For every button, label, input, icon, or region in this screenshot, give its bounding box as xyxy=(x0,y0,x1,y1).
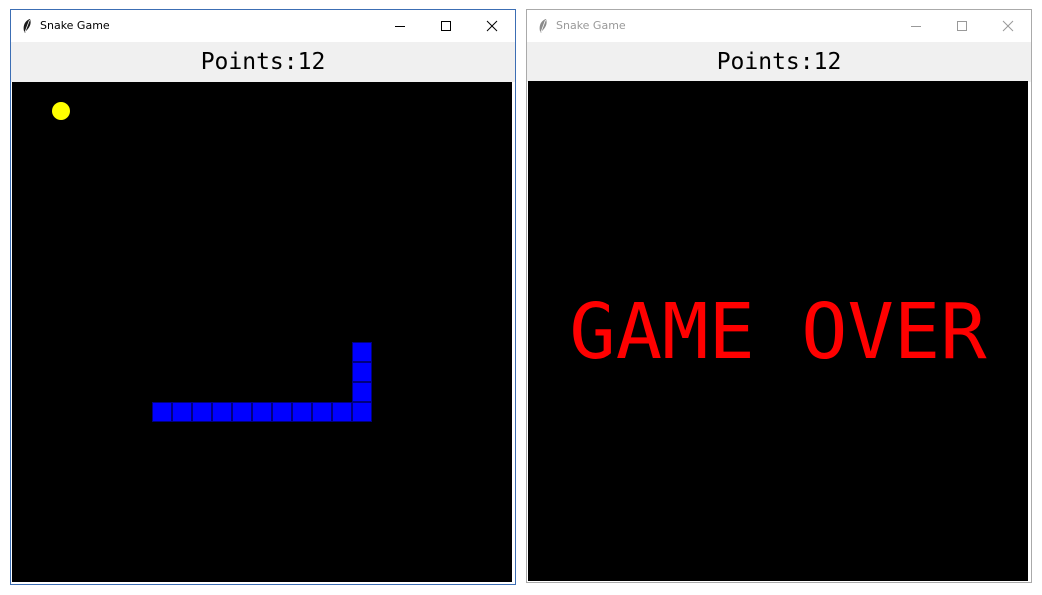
snake-segment xyxy=(352,362,372,382)
game-over-text: GAME OVER xyxy=(569,288,987,377)
snake-segment xyxy=(152,402,172,422)
maximize-button[interactable] xyxy=(423,10,469,42)
maximize-button[interactable] xyxy=(939,10,985,42)
game-canvas[interactable]: GAME OVER xyxy=(528,81,1028,581)
maximize-icon xyxy=(957,21,967,31)
title-bar[interactable]: Snake Game xyxy=(11,10,515,42)
minimize-button[interactable] xyxy=(377,10,423,42)
snake-segment xyxy=(272,402,292,422)
snake-segment xyxy=(192,402,212,422)
snake-segment xyxy=(312,402,332,422)
close-button[interactable] xyxy=(469,10,515,42)
snake-segment xyxy=(172,402,192,422)
snake-head xyxy=(352,342,372,362)
close-icon xyxy=(1002,20,1014,32)
maximize-icon xyxy=(441,21,451,31)
feather-icon xyxy=(20,18,34,34)
snake-game-window-game-over[interactable]: Snake Game Points:12 GAME OVER xyxy=(526,9,1032,583)
game-canvas[interactable] xyxy=(12,82,512,582)
feather-icon xyxy=(536,18,550,34)
close-button[interactable] xyxy=(985,10,1031,42)
minimize-button[interactable] xyxy=(893,10,939,42)
minimize-icon xyxy=(911,26,921,27)
window-title: Snake Game xyxy=(556,19,626,32)
points-label: Points:12 xyxy=(527,42,1031,82)
snake-segment xyxy=(252,402,272,422)
snake-segment xyxy=(292,402,312,422)
snake-segment xyxy=(352,402,372,422)
title-bar[interactable]: Snake Game xyxy=(527,10,1031,42)
minimize-icon xyxy=(395,26,405,27)
snake-segment xyxy=(352,382,372,402)
window-title: Snake Game xyxy=(40,19,110,32)
food xyxy=(52,102,70,120)
snake-segment xyxy=(232,402,252,422)
close-icon xyxy=(486,20,498,32)
snake-segment xyxy=(332,402,352,422)
snake-segment xyxy=(212,402,232,422)
snake-game-window[interactable]: Snake Game Points:12 xyxy=(10,9,516,585)
points-label: Points:12 xyxy=(11,42,515,82)
